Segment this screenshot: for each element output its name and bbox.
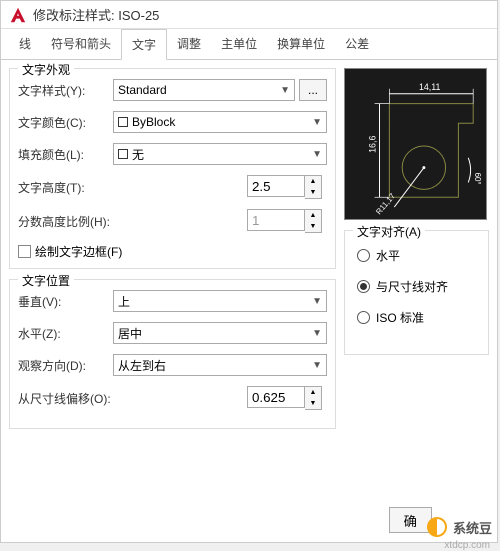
tab-line[interactable]: 线 [9,29,41,59]
frame-checkbox[interactable] [18,245,31,258]
horizontal-label: 水平(Z): [18,325,113,342]
align-option-label: 与尺寸线对齐 [376,278,448,295]
color-label: 文字颜色(C): [18,114,113,131]
chevron-down-icon: ▼ [312,117,322,128]
alignment-group: 文字对齐(A) 水平 与尺寸线对齐 ISO 标准 [344,230,489,355]
offset-input[interactable] [247,386,305,408]
height-down-button[interactable]: ▼ [305,187,321,198]
vertical-combo[interactable]: 上 ▼ [113,290,327,312]
app-icon [9,6,27,24]
color-swatch-icon [118,149,128,159]
style-label: 文字样式(Y): [18,82,113,99]
chevron-down-icon: ▼ [312,149,322,160]
svg-text:16,6: 16,6 [368,136,378,153]
color-swatch-icon [118,117,128,127]
align-dimline-radio[interactable]: 与尺寸线对齐 [357,278,476,295]
radio-icon [357,311,370,324]
alignment-title: 文字对齐(A) [353,223,425,240]
tab-bar: 线 符号和箭头 文字 调整 主单位 换算单位 公差 [1,29,497,60]
horizontal-combo[interactable]: 居中 ▼ [113,322,327,344]
frame-label: 绘制文字边框(F) [35,243,122,260]
vertical-label: 垂直(V): [18,293,113,310]
watermark: 系统豆 [425,515,492,539]
height-input[interactable] [247,175,305,197]
position-title: 文字位置 [18,272,74,289]
appearance-group: 文字外观 文字样式(Y): Standard ▼ ... 文字颜色(C): By… [9,68,336,269]
chevron-down-icon: ▼ [280,85,290,96]
style-value: Standard [118,83,167,97]
watermark-url: xtdcp.com [444,540,490,551]
chevron-down-icon: ▼ [312,328,322,339]
color-combo[interactable]: ByBlock ▼ [113,111,327,133]
titlebar: 修改标注样式: ISO-25 [1,1,497,29]
fill-label: 填充颜色(L): [18,146,113,163]
fraction-down-button[interactable]: ▼ [305,221,321,232]
tab-adjust[interactable]: 调整 [167,29,211,59]
fraction-label: 分数高度比例(H): [18,213,128,230]
view-combo[interactable]: 从左到右 ▼ [113,354,327,376]
radio-icon [357,249,370,262]
appearance-title: 文字外观 [18,61,74,78]
fill-value: 无 [132,146,144,163]
style-browse-button[interactable]: ... [299,79,327,101]
chevron-down-icon: ▼ [312,360,322,371]
preview-pane: 14,11 16,6 R11,17 60° [344,68,487,220]
vertical-value: 上 [118,293,130,310]
color-value: ByBlock [132,115,175,129]
window-title: 修改标注样式: ISO-25 [33,5,159,24]
watermark-text: 系统豆 [453,518,492,537]
height-up-button[interactable]: ▲ [305,176,321,187]
tab-alternate[interactable]: 换算单位 [267,29,335,59]
align-option-label: ISO 标准 [376,309,424,326]
position-group: 文字位置 垂直(V): 上 ▼ 水平(Z): 居中 ▼ 观察 [9,279,336,429]
fraction-up-button[interactable]: ▲ [305,210,321,221]
offset-up-button[interactable]: ▲ [305,387,321,398]
offset-label: 从尺寸线偏移(O): [18,390,128,407]
align-option-label: 水平 [376,247,400,264]
view-value: 从左到右 [118,357,166,374]
fill-combo[interactable]: 无 ▼ [113,143,327,165]
tab-symbols[interactable]: 符号和箭头 [41,29,121,59]
radio-icon [357,280,370,293]
tab-primary[interactable]: 主单位 [211,29,267,59]
height-label: 文字高度(T): [18,179,113,196]
style-combo[interactable]: Standard ▼ [113,79,295,101]
tab-tolerance[interactable]: 公差 [335,29,379,59]
tab-text[interactable]: 文字 [121,29,167,60]
view-label: 观察方向(D): [18,357,113,374]
svg-text:14,11: 14,11 [419,82,441,92]
align-iso-radio[interactable]: ISO 标准 [357,309,476,326]
align-horizontal-radio[interactable]: 水平 [357,247,476,264]
watermark-icon [425,515,449,539]
horizontal-value: 居中 [118,325,142,342]
chevron-down-icon: ▼ [312,296,322,307]
offset-down-button[interactable]: ▼ [305,398,321,409]
fraction-input[interactable] [247,209,305,231]
svg-text:60°: 60° [473,173,482,185]
